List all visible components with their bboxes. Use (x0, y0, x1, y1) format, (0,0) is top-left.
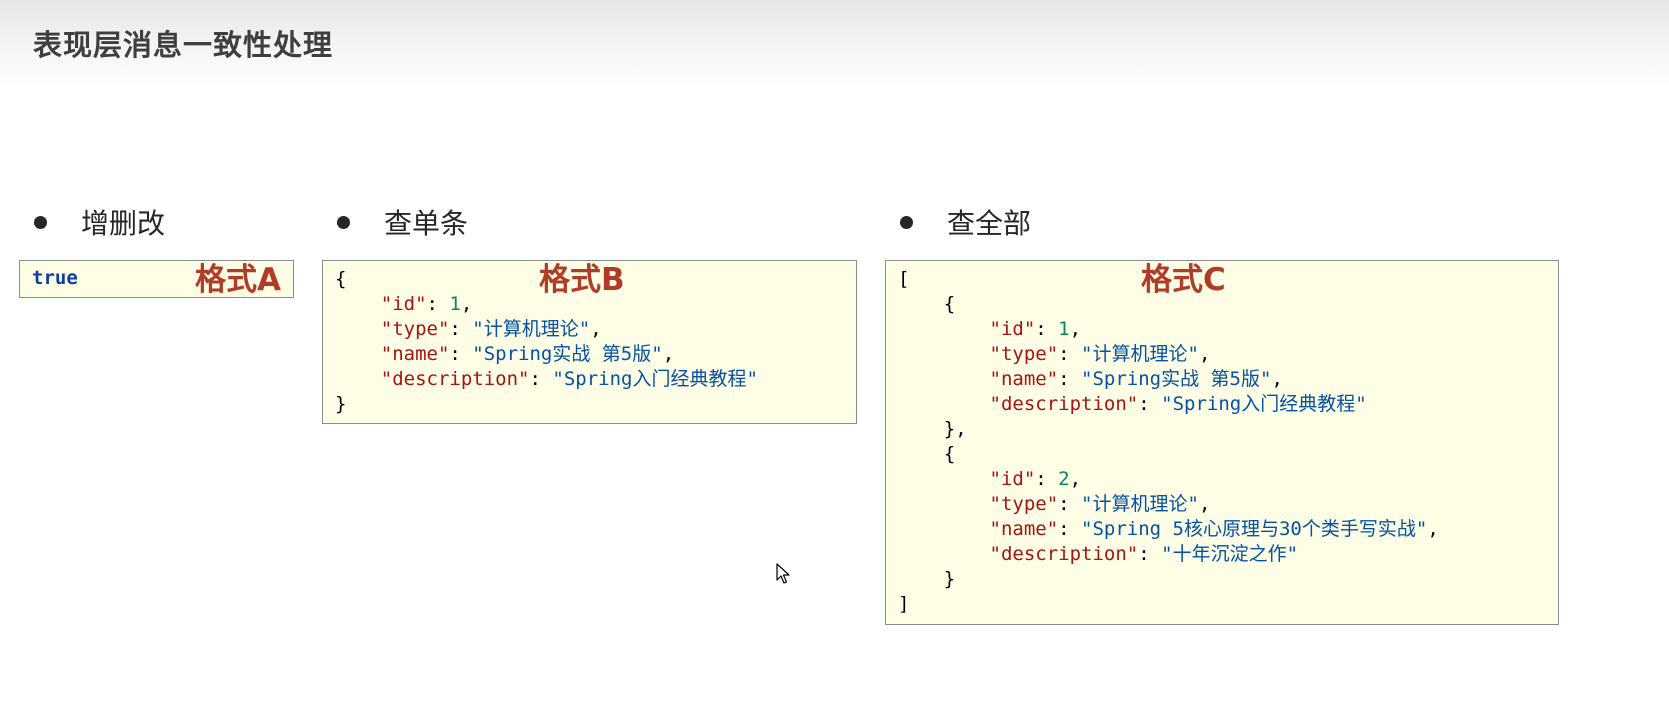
section-label-b: 查单条 (384, 207, 469, 240)
code-box-format-a: true 格式A (19, 260, 294, 298)
mouse-cursor-icon (776, 563, 790, 584)
bullet-icon (337, 215, 350, 229)
section-create-update-delete: 增删改 (34, 200, 165, 244)
code-json-single: { "id": 1, "type": "计算机理论", "name": "Spr… (335, 268, 758, 415)
bullet-icon (900, 215, 913, 229)
section-query-single: 查单条 (337, 200, 468, 244)
section-label-c: 查全部 (947, 207, 1032, 240)
slide-header: 表现层消息一致性处理 (0, 0, 1669, 92)
code-box-format-b: 格式B { "id": 1, "type": "计算机理论", "name": … (322, 260, 857, 424)
code-box-format-c: 格式C [ { "id": 1, "type": "计算机理论", "name"… (885, 260, 1559, 625)
page-title: 表现层消息一致性处理 (33, 28, 334, 62)
code-value-true: true (32, 267, 78, 289)
format-label-a: 格式A (195, 262, 281, 298)
section-query-all: 查全部 (900, 200, 1031, 244)
section-label-a: 增删改 (81, 207, 166, 240)
code-json-list: [ { "id": 1, "type": "计算机理论", "name": "S… (898, 268, 1439, 615)
bullet-icon (34, 215, 47, 229)
